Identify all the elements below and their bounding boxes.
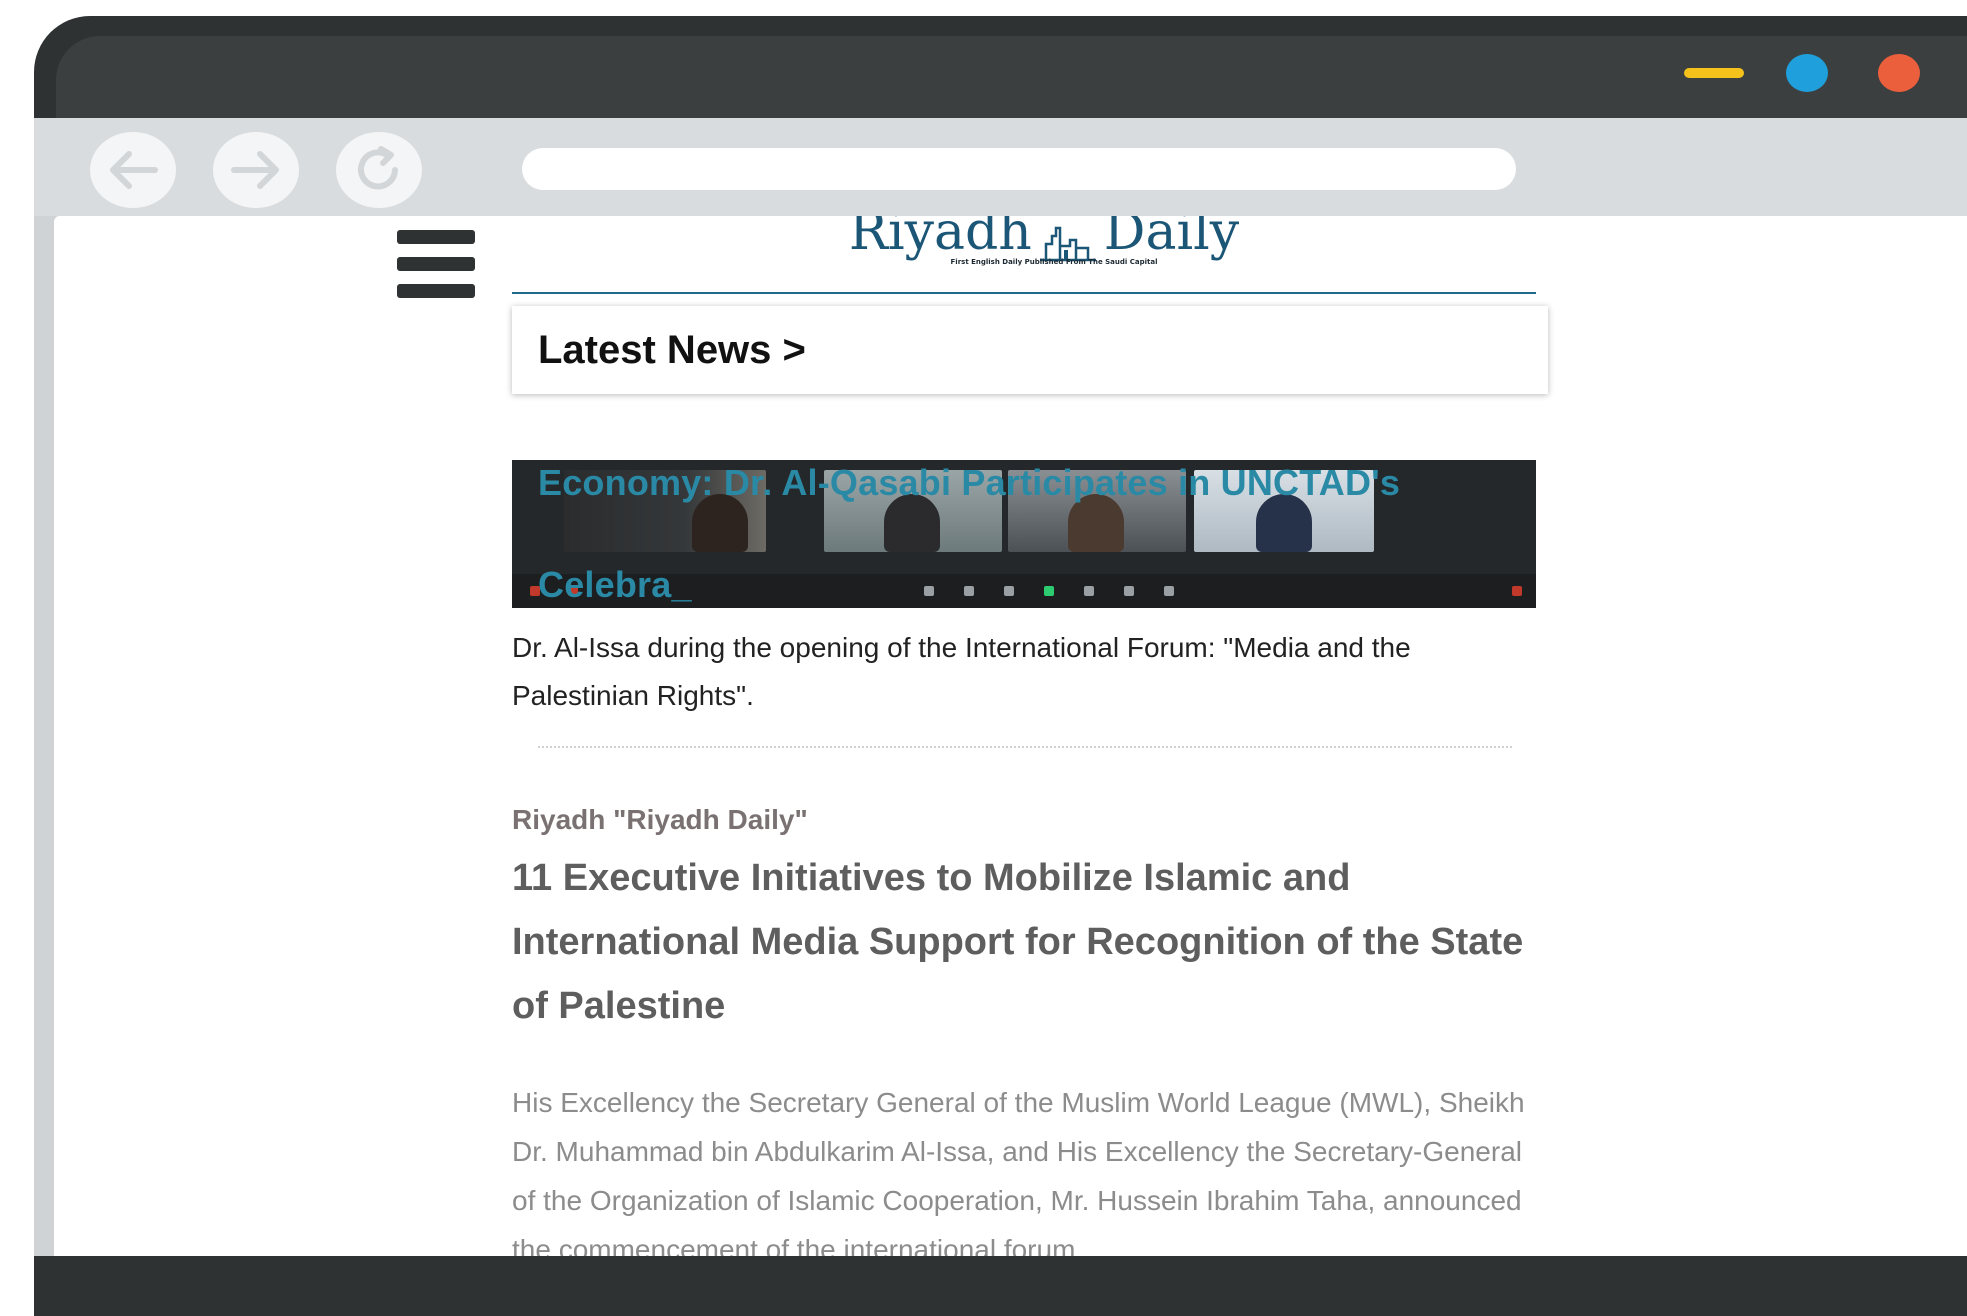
close-button[interactable] — [1878, 54, 1920, 92]
site-logo[interactable]: Riyadh Daily — [834, 216, 1254, 262]
logo-word-right: Daily — [1103, 216, 1240, 262]
article-headline[interactable]: 11 Executive Initiatives to Mobilize Isl… — [512, 846, 1542, 1038]
section-divider — [538, 746, 1512, 748]
reload-icon — [358, 146, 398, 190]
header-rule — [512, 292, 1536, 294]
arrow-left-icon — [110, 151, 158, 189]
page-viewport: Riyadh Daily First English Daily Publish… — [54, 216, 1967, 1256]
logo-tagline: First English Daily Published From The S… — [950, 258, 1158, 266]
ticker-line-1[interactable]: Economy: Dr. Al-Qasabi Participates in U… — [538, 432, 1518, 534]
latest-news-card[interactable]: Latest News > — [512, 306, 1548, 394]
article-byline: Riyadh "Riyadh Daily" — [512, 804, 808, 835]
latest-news-title[interactable]: Latest News > — [538, 328, 806, 373]
logo-word-left: Riyadh — [848, 216, 1032, 262]
arrow-right-icon — [231, 151, 279, 189]
minimize-button[interactable] — [1684, 68, 1744, 78]
ticker-line-2[interactable]: Celebra_ — [538, 534, 1518, 636]
maximize-button[interactable] — [1786, 54, 1828, 92]
address-bar[interactable] — [522, 148, 1516, 190]
reload-button[interactable] — [336, 132, 422, 208]
fortress-logo-icon — [1039, 226, 1096, 262]
forward-button[interactable] — [213, 132, 299, 208]
image-caption: Dr. Al-Issa during the opening of the In… — [512, 632, 1411, 711]
news-ticker[interactable]: Economy: Dr. Al-Qasabi Participates in U… — [538, 432, 1518, 636]
article-body: His Excellency the Secretary General of … — [512, 1087, 1525, 1256]
back-button[interactable] — [90, 132, 176, 208]
window-edge — [34, 216, 56, 1256]
title-bar — [56, 36, 1967, 120]
hamburger-menu-icon[interactable] — [397, 230, 475, 298]
